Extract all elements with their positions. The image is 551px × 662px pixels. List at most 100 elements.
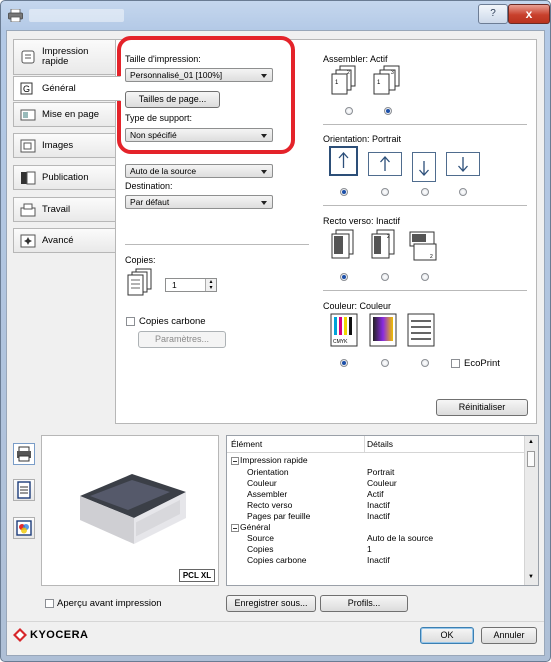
divider: [323, 290, 527, 291]
list-item-value: Actif: [367, 489, 384, 499]
publishing-icon: [21, 171, 36, 184]
collated-icon[interactable]: 13: [371, 64, 405, 102]
ecoprint-checkbox[interactable]: [451, 359, 460, 368]
scroll-down-icon[interactable]: ▼: [528, 574, 534, 580]
duplex-short-edge-icon[interactable]: 2: [406, 228, 442, 264]
copies-stepper[interactable]: 1 ▴ ▾: [165, 278, 217, 292]
preview-printer-button[interactable]: [13, 443, 35, 465]
divider: [7, 621, 544, 622]
settings-summary-list[interactable]: Élément Détails Impression rapide Orient…: [226, 435, 539, 586]
orientation-portrait-option[interactable]: [329, 146, 358, 176]
orientation-portrait-rotated-radio[interactable]: [421, 188, 429, 196]
orientation-portrait-rotated-option[interactable]: [412, 152, 436, 182]
reset-button[interactable]: Réinitialiser: [436, 399, 528, 416]
column-header-details[interactable]: Détails: [367, 439, 393, 449]
print-preview-checkbox[interactable]: [45, 599, 54, 608]
chevron-down-icon: [261, 170, 267, 174]
save-as-button[interactable]: Enregistrer sous...: [226, 595, 316, 612]
preview-document-button[interactable]: [13, 479, 35, 501]
color-label: Couleur: Couleur: [323, 301, 392, 311]
close-button[interactable]: x: [508, 4, 550, 24]
arrow-down-icon: [458, 157, 468, 172]
color-cmyk-icon[interactable]: CMYK: [330, 313, 358, 347]
color-gradient-icon[interactable]: [369, 313, 397, 347]
destination-value: Par défaut: [130, 197, 170, 207]
tab-label: Images: [42, 139, 74, 151]
job-icon: [20, 203, 36, 216]
images-icon: [20, 139, 36, 152]
divider: [323, 205, 527, 206]
profiles-button[interactable]: Profils...: [320, 595, 408, 612]
uncollated-radio[interactable]: [345, 107, 353, 115]
preview-color-button[interactable]: [13, 517, 35, 539]
svg-text:2: 2: [347, 70, 350, 76]
list-item-value: Inactif: [367, 500, 390, 510]
color-cmyk-radio[interactable]: [340, 359, 348, 367]
carbon-copies-label: Copies carbone: [139, 316, 206, 327]
grayscale-icon[interactable]: [407, 313, 435, 347]
tab-general[interactable]: G Général: [13, 76, 121, 101]
scrollbar-thumb[interactable]: [527, 451, 535, 467]
list-item: Pages par feuille: [247, 511, 311, 521]
kyocera-logo: KYOCERA: [13, 628, 89, 642]
list-item-value: Auto de la source: [367, 533, 434, 543]
ok-button[interactable]: OK: [420, 627, 474, 644]
list-item: Couleur: [247, 478, 277, 488]
svg-text:3: 3: [391, 70, 394, 76]
group-quick-print[interactable]: Impression rapide: [240, 455, 308, 465]
orientation-landscape-rotated-option[interactable]: [446, 152, 480, 176]
carbon-settings-button[interactable]: Paramètres...: [138, 331, 226, 348]
orientation-portrait-radio[interactable]: [340, 188, 348, 196]
tab-publishing[interactable]: Publication: [13, 165, 116, 190]
collapse-toggle[interactable]: [231, 524, 239, 532]
list-item: Recto verso: [247, 500, 293, 510]
svg-text:CMYK: CMYK: [333, 339, 348, 345]
color-gradient-radio[interactable]: [381, 359, 389, 367]
summary-scrollbar[interactable]: ▲ ▼: [524, 436, 538, 585]
duplex-short-edge-radio[interactable]: [421, 273, 429, 281]
grayscale-radio[interactable]: [421, 359, 429, 367]
simplex-icon[interactable]: [329, 228, 357, 264]
paper-source-dropdown[interactable]: Auto de la source: [125, 164, 273, 178]
copies-spin-buttons[interactable]: ▴ ▾: [205, 279, 216, 291]
duplex-long-edge-radio[interactable]: [381, 273, 389, 281]
print-preview-label: Aperçu avant impression: [57, 598, 162, 609]
tab-label: Avancé: [42, 234, 74, 246]
tab-label: Publication: [42, 171, 89, 183]
orientation-landscape-rotated-radio[interactable]: [459, 188, 467, 196]
printer-preview-area: PCL XL: [41, 435, 219, 586]
collapse-toggle[interactable]: [231, 457, 239, 465]
cancel-button[interactable]: Annuler: [481, 627, 537, 644]
window-title: [29, 9, 124, 22]
arrow-up-icon: [338, 152, 349, 168]
tab-images[interactable]: Images: [13, 133, 116, 158]
orientation-landscape-radio[interactable]: [381, 188, 389, 196]
copies-label: Copies:: [125, 255, 156, 265]
scroll-up-icon[interactable]: ▲: [528, 439, 534, 445]
collated-radio[interactable]: [384, 107, 392, 115]
help-button[interactable]: ?: [478, 4, 508, 24]
tab-quick-print[interactable]: Impression rapide: [13, 39, 116, 75]
uncollated-icon[interactable]: 12: [329, 64, 361, 102]
tab-advanced[interactable]: Avancé: [13, 228, 116, 253]
title-bar[interactable]: ? x: [1, 1, 550, 31]
tab-layout[interactable]: Mise en page: [13, 102, 116, 127]
group-general[interactable]: Général: [240, 522, 270, 532]
color-settings-icon: [16, 520, 32, 536]
printer-icon: [8, 9, 23, 22]
destination-dropdown[interactable]: Par défaut: [125, 195, 273, 209]
layout-icon: [20, 109, 36, 120]
list-item: Source: [247, 533, 274, 543]
quick-print-icon: [21, 50, 35, 64]
orientation-landscape-option[interactable]: [368, 152, 402, 176]
column-divider: [364, 436, 365, 452]
copies-value: 1: [172, 280, 177, 290]
tab-job[interactable]: Travail: [13, 197, 116, 222]
simplex-radio[interactable]: [340, 273, 348, 281]
printer-illustration: [80, 474, 186, 544]
carbon-copies-checkbox[interactable]: [126, 317, 135, 326]
divider: [323, 124, 527, 125]
general-icon: G: [20, 82, 33, 94]
column-header-item[interactable]: Élément: [231, 439, 262, 449]
duplex-long-edge-icon[interactable]: 2: [369, 228, 399, 264]
